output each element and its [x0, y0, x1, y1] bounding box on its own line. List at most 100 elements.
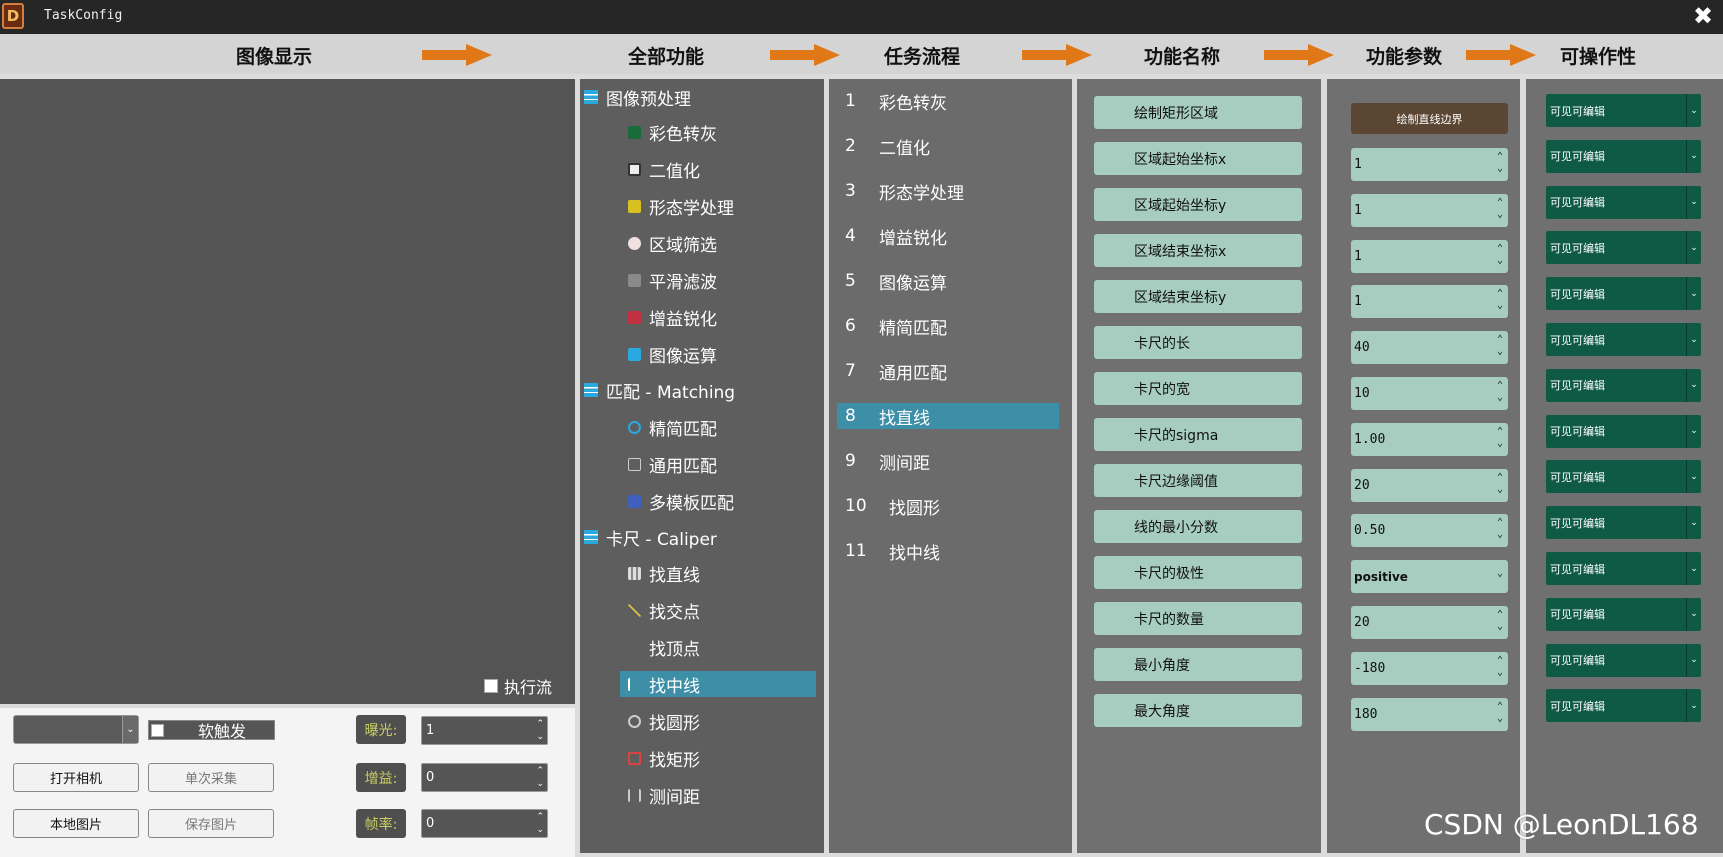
chevron-down-icon[interactable]: ⌄ — [1686, 277, 1701, 311]
param-spinbox[interactable]: -180 ⌃ ⌄ — [1351, 651, 1508, 685]
param-spinbox[interactable]: 1.00 ⌃ ⌄ — [1351, 422, 1508, 456]
flow-item[interactable]: 7 通用匹配 — [845, 358, 947, 384]
chevron-down-icon[interactable]: ⌄ — [1686, 643, 1701, 677]
tree-item-simple-match[interactable]: 精简匹配 — [628, 414, 717, 440]
spin-arrows-icon[interactable]: ⌃ ⌄ — [1497, 609, 1503, 633]
gain-spinbox[interactable]: 0 ⌃ ⌄ — [421, 763, 548, 792]
chevron-down-icon[interactable]: ⌄ — [1686, 231, 1701, 265]
param-spinbox[interactable]: 1 ⌃ ⌄ — [1351, 148, 1508, 181]
exposure-spinbox[interactable]: 1 ⌃ ⌄ — [421, 716, 548, 745]
param-spinbox[interactable]: 1 ⌃ ⌄ — [1351, 239, 1508, 273]
spin-arrows-icon[interactable]: ⌃ ⌄ — [1497, 655, 1503, 679]
spin-arrows-icon[interactable]: ⌃ ⌄ — [1497, 517, 1503, 541]
local-image-button[interactable]: 本地图片 — [13, 809, 139, 838]
spin-arrows-icon[interactable]: ⌃ ⌄ — [1497, 334, 1503, 358]
chevron-down-icon[interactable]: ⌄ — [1686, 506, 1701, 540]
flow-item[interactable]: 10 找圆形 — [845, 493, 940, 519]
flow-item[interactable]: 5 图像运算 — [845, 268, 947, 294]
tree-item-image-arith[interactable]: 图像运算 — [628, 341, 717, 367]
tree-item-find-circle[interactable]: 找圆形 — [628, 708, 700, 734]
tree-item-smooth-filter[interactable]: 平滑滤波 — [628, 267, 717, 293]
tree-item-general-match[interactable]: 通用匹配 — [628, 451, 717, 477]
operability-dropdown[interactable]: 可见可编辑 ⌄ — [1546, 689, 1701, 723]
operability-dropdown[interactable]: 可见可编辑 ⌄ — [1546, 323, 1701, 356]
flow-item[interactable]: 4 增益锐化 — [845, 223, 947, 249]
param-dropdown[interactable]: positive ⌄ — [1351, 560, 1508, 594]
chevron-down-icon[interactable]: ⌄ — [1686, 689, 1701, 723]
spin-arrows-icon[interactable]: ⌃ ⌄ — [1497, 151, 1503, 175]
tree-item-color-to-gray[interactable]: 彩色转灰 — [628, 119, 717, 145]
param-spinbox[interactable]: 0.50 ⌃ ⌄ — [1351, 514, 1508, 548]
tree-item-measure-distance[interactable]: 测间距 — [628, 782, 700, 808]
param-spinbox[interactable]: 1 ⌃ ⌄ — [1351, 193, 1508, 227]
draw-line-edge-button[interactable]: 绘制直线边界 — [1351, 103, 1508, 134]
tree-item-gain-sharpen[interactable]: 增益锐化 — [628, 304, 717, 330]
chevron-down-icon[interactable]: ⌄ — [1686, 414, 1701, 448]
param-spinbox[interactable]: 10 ⌃ ⌄ — [1351, 377, 1508, 410]
param-spinbox[interactable]: 20 ⌃ ⌄ — [1351, 606, 1508, 639]
camera-select-dropdown[interactable]: ⌄ — [13, 715, 139, 744]
exec-flow-checkbox[interactable]: 执行流 — [484, 674, 552, 698]
chevron-down-icon[interactable]: ⌄ — [1497, 568, 1503, 580]
spin-arrows-icon[interactable]: ⌃ ⌄ — [536, 811, 544, 837]
flow-item[interactable]: 3 形态学处理 — [845, 178, 964, 204]
spin-arrows-icon[interactable]: ⌃ ⌄ — [1497, 197, 1503, 221]
chevron-down-icon[interactable]: ⌄ — [1686, 139, 1701, 173]
spin-arrows-icon[interactable]: ⌃ ⌄ — [536, 718, 544, 744]
tree-item-find-vertex[interactable]: 找顶点 — [628, 634, 700, 660]
tree-item-binarize[interactable]: 二值化 — [628, 156, 700, 182]
flow-item[interactable]: 6 精简匹配 — [845, 313, 947, 339]
spin-arrows-icon[interactable]: ⌃ ⌄ — [1497, 426, 1503, 450]
tree-item-multi-template[interactable]: 多模板匹配 — [628, 488, 734, 514]
operability-dropdown[interactable]: 可见可编辑 ⌄ — [1546, 368, 1701, 402]
spin-arrows-icon[interactable]: ⌃ ⌄ — [536, 765, 544, 791]
soft-trigger-toggle[interactable]: 软触发 — [148, 720, 275, 741]
spin-arrows-icon[interactable]: ⌃ ⌄ — [1497, 472, 1503, 496]
chevron-down-icon[interactable]: ⌄ — [1686, 94, 1701, 127]
tree-item-find-intersection[interactable]: 找交点 — [628, 597, 700, 623]
close-icon[interactable]: ✖ — [1688, 0, 1718, 32]
tree-item-morphology[interactable]: 形态学处理 — [628, 193, 734, 219]
chevron-down-icon[interactable]: ⌄ — [1686, 460, 1701, 494]
tree-item-find-line[interactable]: 找直线 — [628, 560, 700, 586]
chevron-down-icon[interactable]: ⌄ — [122, 716, 138, 743]
spin-arrows-icon[interactable]: ⌃ ⌄ — [1497, 288, 1503, 312]
operability-dropdown[interactable]: 可见可编辑 ⌄ — [1546, 231, 1701, 265]
chevron-down-icon[interactable]: ⌄ — [1686, 185, 1701, 219]
chevron-down-icon[interactable]: ⌄ — [1686, 323, 1701, 356]
flow-item[interactable]: 8 找直线 — [837, 403, 1059, 429]
flow-item[interactable]: 9 测间距 — [845, 448, 930, 474]
tree-item-region-filter[interactable]: 区域筛选 — [628, 230, 717, 256]
tree-item-find-rectangle[interactable]: 找矩形 — [628, 745, 700, 771]
spin-arrows-icon[interactable]: ⌃ ⌄ — [1497, 243, 1503, 267]
operability-dropdown[interactable]: 可见可编辑 ⌄ — [1546, 506, 1701, 540]
spin-arrows-icon[interactable]: ⌃ ⌄ — [1497, 380, 1503, 404]
operability-dropdown[interactable]: 可见可编辑 ⌄ — [1546, 139, 1701, 173]
param-spinbox[interactable]: 40 ⌃ ⌄ — [1351, 331, 1508, 365]
spin-arrows-icon[interactable]: ⌃ ⌄ — [1497, 701, 1503, 725]
param-spinbox[interactable]: 1 ⌃ ⌄ — [1351, 285, 1508, 319]
tree-group-matching[interactable]: 匹配 - Matching — [584, 377, 735, 403]
operability-dropdown[interactable]: 可见可编辑 ⌄ — [1546, 597, 1701, 631]
flow-item[interactable]: 2 二值化 — [845, 133, 930, 159]
tree-item-find-midline[interactable]: 找中线 — [620, 671, 816, 697]
framerate-spinbox[interactable]: 0 ⌃ ⌄ — [421, 809, 548, 838]
tree-group-preprocess[interactable]: 图像预处理 — [584, 84, 691, 110]
operability-dropdown[interactable]: 可见可编辑 ⌄ — [1546, 414, 1701, 448]
chevron-down-icon[interactable]: ⌄ — [1686, 368, 1701, 402]
open-camera-button[interactable]: 打开相机 — [13, 763, 139, 792]
operability-dropdown[interactable]: 可见可编辑 ⌄ — [1546, 460, 1701, 494]
tree-group-caliper[interactable]: 卡尺 - Caliper — [584, 524, 717, 550]
chevron-down-icon[interactable]: ⌄ — [1686, 552, 1701, 585]
operability-dropdown[interactable]: 可见可编辑 ⌄ — [1546, 94, 1701, 127]
param-spinbox[interactable]: 180 ⌃ ⌄ — [1351, 697, 1508, 731]
param-spinbox[interactable]: 20 ⌃ ⌄ — [1351, 468, 1508, 502]
operability-dropdown[interactable]: 可见可编辑 ⌄ — [1546, 643, 1701, 677]
save-image-button[interactable]: 保存图片 — [148, 809, 274, 838]
operability-dropdown[interactable]: 可见可编辑 ⌄ — [1546, 552, 1701, 585]
flow-item[interactable]: 11 找中线 — [845, 538, 940, 564]
operability-dropdown[interactable]: 可见可编辑 ⌄ — [1546, 277, 1701, 311]
checkbox-box[interactable] — [484, 679, 498, 693]
operability-dropdown[interactable]: 可见可编辑 ⌄ — [1546, 185, 1701, 219]
image-display-canvas[interactable]: 执行流 — [0, 79, 575, 704]
